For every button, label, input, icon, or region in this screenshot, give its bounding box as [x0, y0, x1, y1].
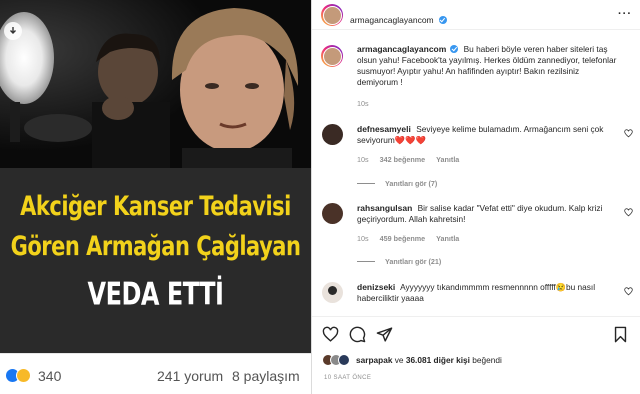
comment-count[interactable]: 241 yorum: [157, 368, 223, 384]
more-options-button[interactable]: ···: [618, 8, 632, 20]
comment-username[interactable]: denizseki: [357, 282, 395, 292]
likes-summary: sarpapak ve 36.081 diğer kişi beğendi: [322, 353, 502, 367]
comment-username[interactable]: rahsangulsan: [357, 203, 412, 213]
photo-illustration: [0, 0, 311, 168]
likes-suffix: beğendi: [472, 355, 502, 365]
headline-line-3: VEDA ETTİ: [87, 275, 224, 313]
comment-likes[interactable]: 459 beğenme: [380, 234, 426, 243]
reply-button[interactable]: Yanıtla: [436, 155, 459, 164]
view-replies-button[interactable]: Yanıtları gör (7): [357, 179, 437, 188]
post-header: armagancaglayancom ···: [312, 0, 640, 30]
commenter-avatar[interactable]: [322, 282, 343, 303]
caption-avatar[interactable]: [321, 45, 343, 67]
caption-username[interactable]: armagancaglayancom: [357, 44, 446, 54]
heart-icon[interactable]: [322, 326, 339, 343]
commenter-avatar[interactable]: [322, 124, 343, 145]
comment-time: 10s: [357, 234, 369, 243]
likes-connector: ve: [394, 355, 404, 365]
post-actions: sarpapak ve 36.081 diğer kişi beğendi 10…: [312, 316, 640, 394]
header-username[interactable]: armagancaglayancom: [350, 15, 434, 25]
heart-icon[interactable]: [624, 129, 633, 138]
liker-avatar[interactable]: [338, 354, 350, 366]
heart-icon[interactable]: [624, 208, 633, 217]
headline-line-2: Gören Armağan Çağlayan: [10, 231, 301, 261]
post-timestamp[interactable]: 10 SAAT ÖNCE: [324, 375, 371, 381]
caption-time: 10s: [357, 99, 369, 108]
comment-meta: 10s 342 beğenme Yanıtla: [357, 155, 468, 164]
more-icon: ···: [618, 8, 632, 20]
comment-time: 10s: [357, 155, 369, 164]
comment-text-block: defnesamyeli Seviyeye kelime bulamadım. …: [357, 124, 622, 146]
reply-button[interactable]: Yanıtla: [436, 234, 459, 243]
commenter-avatar[interactable]: [322, 203, 343, 224]
facebook-reaction-bar: 340 241 yorum 8 paylaşım: [0, 353, 311, 394]
download-button[interactable]: [4, 22, 22, 40]
view-replies-button[interactable]: Yanıtları gör (21): [357, 257, 441, 266]
likes-user[interactable]: sarpapak: [356, 355, 392, 365]
verified-icon: [439, 16, 448, 24]
comment-text-block: rahsangulsan Bir salise kadar "Vefat ett…: [357, 203, 622, 225]
author-avatar[interactable]: [321, 4, 343, 26]
verified-icon: [450, 45, 459, 53]
likes-text: sarpapak ve 36.081 diğer kişi beğendi: [356, 355, 502, 365]
comment-text-block: denizseki Ayyyyyyy tıkandımmmm resmennnn…: [357, 282, 622, 304]
header-username-wrap[interactable]: armagancaglayancom: [350, 10, 448, 28]
caption-meta: 10s: [357, 99, 378, 108]
comment-likes[interactable]: 342 beğenme: [380, 155, 426, 164]
headline-line-1: Akciğer Kanser Tedavisi: [20, 191, 291, 221]
reaction-icons[interactable]: [5, 368, 31, 383]
view-replies-label[interactable]: Yanıtları gör (21): [385, 257, 441, 266]
reaction-count: 340: [38, 368, 62, 384]
download-icon: [10, 27, 16, 34]
comment-icon[interactable]: [349, 326, 366, 343]
share-count[interactable]: 8 paylaşım: [232, 368, 300, 384]
replies-divider: [357, 183, 375, 184]
sad-reaction-icon: [16, 368, 31, 383]
bookmark-icon[interactable]: [612, 326, 629, 343]
heart-icon[interactable]: [624, 287, 633, 296]
post-photo: [0, 0, 311, 168]
caption-text-block: armagancaglayancom Bu haberi böyle veren…: [357, 44, 622, 88]
view-replies-label[interactable]: Yanıtları gör (7): [385, 179, 437, 188]
likes-others[interactable]: 36.081 diğer kişi: [406, 355, 470, 365]
headline-banner: Akciğer Kanser Tedavisi Gören Armağan Ça…: [0, 168, 311, 353]
post-details-panel: armagancaglayancom ··· armagancaglayanco…: [311, 0, 640, 394]
share-icon[interactable]: [376, 326, 393, 343]
post-media[interactable]: Akciğer Kanser Tedavisi Gören Armağan Ça…: [0, 0, 311, 394]
comment-meta: 10s 459 beğenme Yanıtla: [357, 234, 468, 243]
comment-username[interactable]: defnesamyeli: [357, 124, 411, 134]
replies-divider: [357, 261, 375, 262]
